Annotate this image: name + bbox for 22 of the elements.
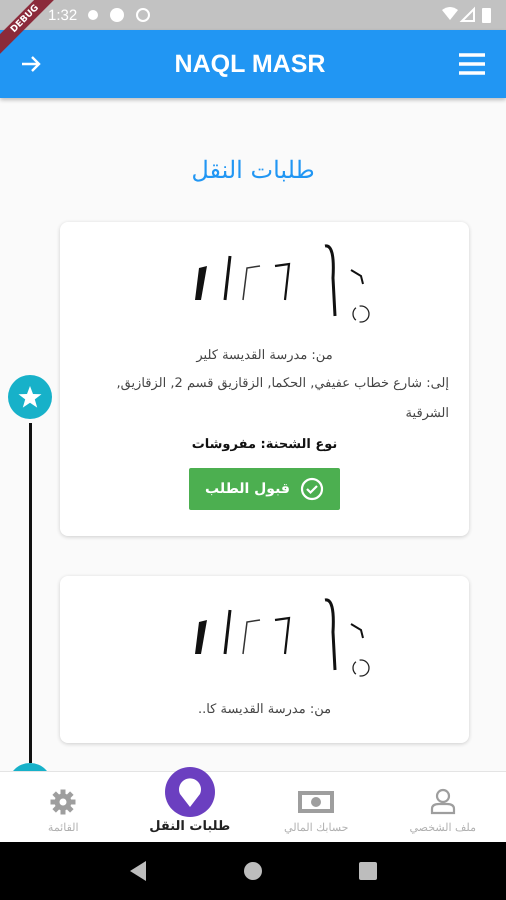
settings-icon	[50, 789, 76, 815]
accept-button[interactable]: قبول الطلب	[189, 468, 340, 510]
nav-tab[interactable]: حسابك المالي	[253, 772, 380, 842]
nav-tab[interactable]: القائمة	[0, 772, 126, 842]
origin-text: من: مدرسة القديسة كلير	[196, 348, 333, 363]
status-time: 1:32	[48, 6, 78, 24]
circle-icon	[109, 7, 126, 23]
star-node-icon	[8, 375, 52, 419]
recents-icon[interactable]	[358, 861, 378, 881]
app-title: NAQL MASR	[174, 50, 326, 78]
nav-tab[interactable]: ملف الشخصي	[380, 772, 506, 842]
origin-text: من: مدرسة القديسة كا..	[198, 702, 332, 717]
back-icon[interactable]	[128, 860, 148, 882]
menu-icon[interactable]	[458, 52, 486, 76]
person-icon	[428, 787, 457, 815]
banknote-icon	[297, 789, 336, 815]
nav-tab[interactable]: طلبات النقل	[126, 772, 253, 842]
cargo-type-text: نوع الشحنة: مفروشات	[192, 437, 338, 452]
home-icon[interactable]	[242, 861, 263, 881]
page-title: طلبات النقل	[190, 156, 316, 186]
check-circle-icon	[300, 477, 324, 501]
destination-text: إلى: شارع خطاب عفيفي, الحكما, الزقازيق قسم 2, الزقازيق, الشرقية	[115, 375, 449, 423]
